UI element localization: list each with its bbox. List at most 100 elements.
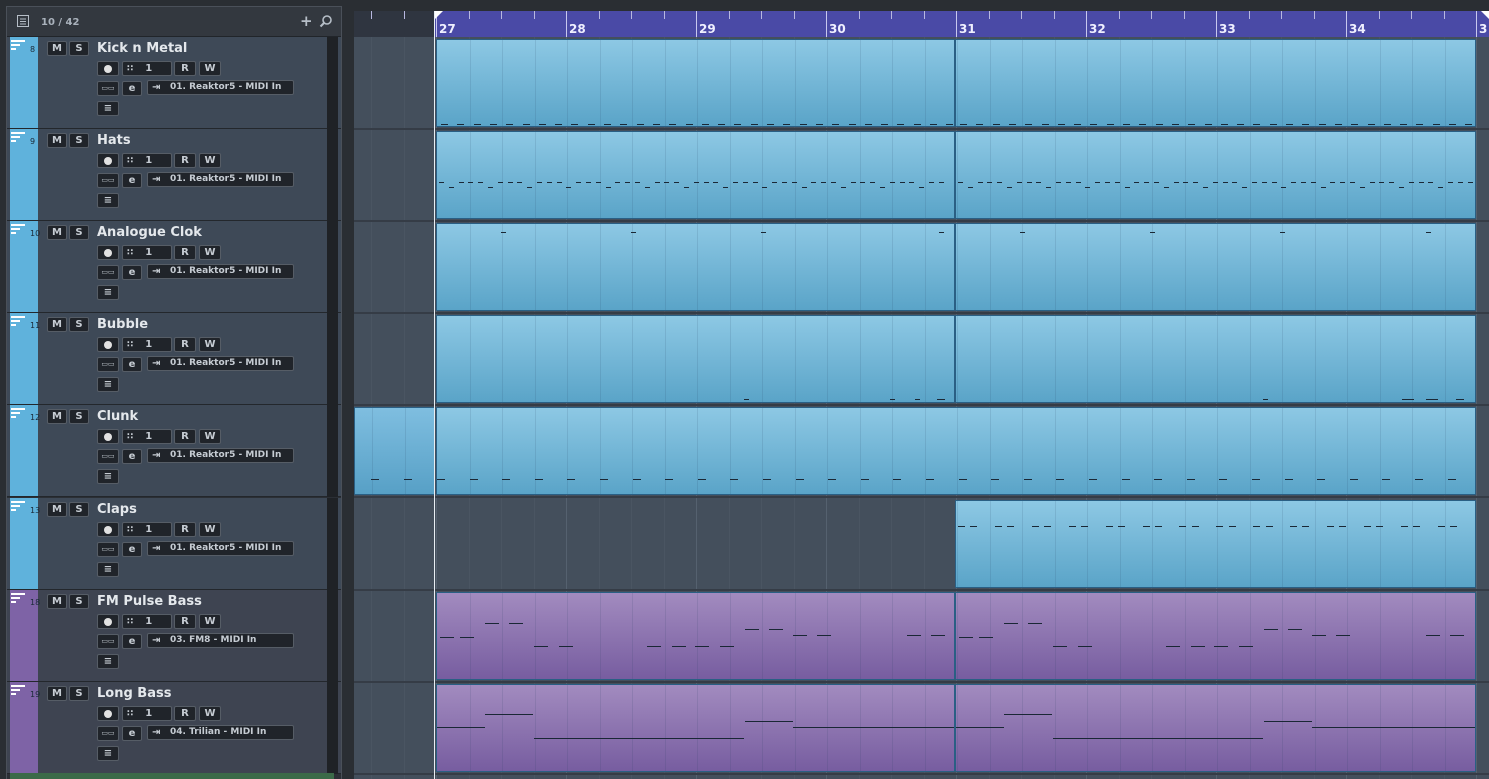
expand-track-icon[interactable]: ≡ (97, 193, 119, 208)
mute-button[interactable]: M (47, 594, 67, 609)
edit-instrument-button[interactable]: e (122, 357, 142, 372)
track-name[interactable]: Long Bass (97, 686, 171, 701)
read-automation-button[interactable]: R (174, 337, 196, 352)
expand-track-icon[interactable]: ≡ (97, 377, 119, 392)
solo-button[interactable]: S (69, 41, 89, 56)
mute-button[interactable]: M (47, 317, 67, 332)
record-enable-button[interactable] (97, 153, 119, 168)
output-routing-field[interactable]: ⇥ 01. Reaktor5 - MIDI In (147, 448, 294, 463)
search-icon[interactable] (319, 14, 333, 28)
track-row[interactable]: 12 M S Clunk ∷ 1 R W ▭▭ e ⇥ 01. Reaktor5 - MIDI In ≡ (7, 405, 341, 497)
expand-track-icon[interactable]: ≡ (97, 654, 119, 669)
midi-part[interactable] (436, 315, 955, 403)
midi-part[interactable] (955, 684, 1476, 772)
track-name[interactable]: Kick n Metal (97, 41, 187, 56)
mute-button[interactable]: M (47, 41, 67, 56)
mute-button[interactable]: M (47, 133, 67, 148)
edit-instrument-button[interactable]: e (122, 265, 142, 280)
track-row[interactable]: 19 M S Long Bass ∷ 1 R W ▭▭ e ⇥ 04. Trilian - MIDI … (7, 682, 341, 774)
write-automation-button[interactable]: W (199, 245, 221, 260)
read-automation-button[interactable]: R (174, 614, 196, 629)
project-cursor[interactable] (434, 11, 435, 779)
output-routing-field[interactable]: ⇥ 04. Trilian - MIDI In (147, 725, 294, 740)
mute-button[interactable]: M (47, 225, 67, 240)
track-name[interactable]: FM Pulse Bass (97, 594, 202, 609)
write-automation-button[interactable]: W (199, 614, 221, 629)
track-row[interactable]: 8 M S Kick n Metal ∷ 1 R W ▭▭ e ⇥ 01. Reaktor5 - MI… (7, 37, 341, 129)
bar-number[interactable]: 28 (569, 22, 586, 36)
solo-button[interactable]: S (69, 409, 89, 424)
output-routing-field[interactable]: ⇥ 03. FM8 - MIDI In (147, 633, 294, 648)
output-routing-field[interactable]: ⇥ 01. Reaktor5 - MIDI In (147, 172, 294, 187)
record-enable-button[interactable] (97, 337, 119, 352)
track-row[interactable]: 13 M S Claps ∷ 1 R W ▭▭ e ⇥ 01. Reaktor5 - MIDI In ≡ (7, 498, 341, 590)
record-enable-button[interactable] (97, 245, 119, 260)
mute-button[interactable]: M (47, 409, 67, 424)
ruler[interactable]: 27 28 29 30 31 32 33 34 3 (354, 11, 1489, 37)
bar-number[interactable]: 31 (959, 22, 976, 36)
midi-channel-field[interactable]: ∷ 1 (122, 337, 172, 352)
solo-button[interactable]: S (69, 225, 89, 240)
edit-instrument-button[interactable]: e (122, 81, 142, 96)
read-automation-button[interactable]: R (174, 522, 196, 537)
expand-track-icon[interactable]: ≡ (97, 285, 119, 300)
output-routing-field[interactable]: ⇥ 01. Reaktor5 - MIDI In (147, 541, 294, 556)
output-routing-field[interactable]: ⇥ 01. Reaktor5 - MIDI In (147, 80, 294, 95)
keyboard-icon[interactable]: ▭▭ (97, 357, 119, 372)
solo-button[interactable]: S (69, 502, 89, 517)
solo-button[interactable]: S (69, 133, 89, 148)
keyboard-icon[interactable]: ▭▭ (97, 265, 119, 280)
record-enable-button[interactable] (97, 522, 119, 537)
midi-channel-field[interactable]: ∷ 1 (122, 429, 172, 444)
midi-channel-field[interactable]: ∷ 1 (122, 706, 172, 721)
expand-track-icon[interactable]: ≡ (97, 562, 119, 577)
midi-part[interactable] (955, 131, 1476, 219)
track-row[interactable]: 11 M S Bubble ∷ 1 R W ▭▭ e ⇥ 01. Reaktor5 - MIDI In… (7, 313, 341, 405)
midi-part[interactable] (436, 223, 955, 311)
solo-button[interactable]: S (69, 594, 89, 609)
bar-number[interactable]: 32 (1089, 22, 1106, 36)
read-automation-button[interactable]: R (174, 429, 196, 444)
solo-button[interactable]: S (69, 317, 89, 332)
write-automation-button[interactable]: W (199, 337, 221, 352)
keyboard-icon[interactable]: ▭▭ (97, 542, 119, 557)
midi-part[interactable] (955, 315, 1476, 403)
bar-number[interactable]: 33 (1219, 22, 1236, 36)
keyboard-icon[interactable]: ▭▭ (97, 634, 119, 649)
midi-channel-field[interactable]: ∷ 1 (122, 245, 172, 260)
record-enable-button[interactable] (97, 61, 119, 76)
right-locator[interactable] (1481, 11, 1489, 19)
track-row[interactable]: 9 M S Hats ∷ 1 R W ▭▭ e ⇥ 01. Reaktor5 - MIDI In ≡ (7, 129, 341, 221)
midi-channel-field[interactable]: ∷ 1 (122, 614, 172, 629)
bar-number[interactable]: 3 (1479, 22, 1487, 36)
bar-number[interactable]: 29 (699, 22, 716, 36)
bar-number[interactable]: 34 (1349, 22, 1366, 36)
keyboard-icon[interactable]: ▭▭ (97, 81, 119, 96)
edit-instrument-button[interactable]: e (122, 173, 142, 188)
midi-part[interactable] (955, 500, 1476, 588)
expand-track-icon[interactable]: ≡ (97, 469, 119, 484)
edit-instrument-button[interactable]: e (122, 634, 142, 649)
keyboard-icon[interactable]: ▭▭ (97, 449, 119, 464)
record-enable-button[interactable] (97, 706, 119, 721)
track-name[interactable]: Claps (97, 502, 137, 517)
track-name[interactable]: Clunk (97, 409, 138, 424)
solo-button[interactable]: S (69, 686, 89, 701)
edit-instrument-button[interactable]: e (122, 726, 142, 741)
edit-instrument-button[interactable]: e (122, 542, 142, 557)
project-event-display[interactable]: 27 28 29 30 31 32 33 34 3 (354, 11, 1489, 779)
read-automation-button[interactable]: R (174, 153, 196, 168)
edit-instrument-button[interactable]: e (122, 449, 142, 464)
track-name[interactable]: Hats (97, 133, 131, 148)
midi-part[interactable] (436, 684, 955, 772)
midi-part[interactable] (436, 39, 955, 127)
record-enable-button[interactable] (97, 429, 119, 444)
midi-part[interactable] (955, 39, 1476, 127)
write-automation-button[interactable]: W (199, 61, 221, 76)
midi-part[interactable] (436, 592, 955, 680)
midi-part[interactable] (436, 407, 1476, 495)
track-row[interactable]: 10 M S Analogue Clok ∷ 1 R W ▭▭ e ⇥ 01. Reaktor5 - … (7, 221, 341, 313)
write-automation-button[interactable]: W (199, 153, 221, 168)
bar-number[interactable]: 30 (829, 22, 846, 36)
record-enable-button[interactable] (97, 614, 119, 629)
